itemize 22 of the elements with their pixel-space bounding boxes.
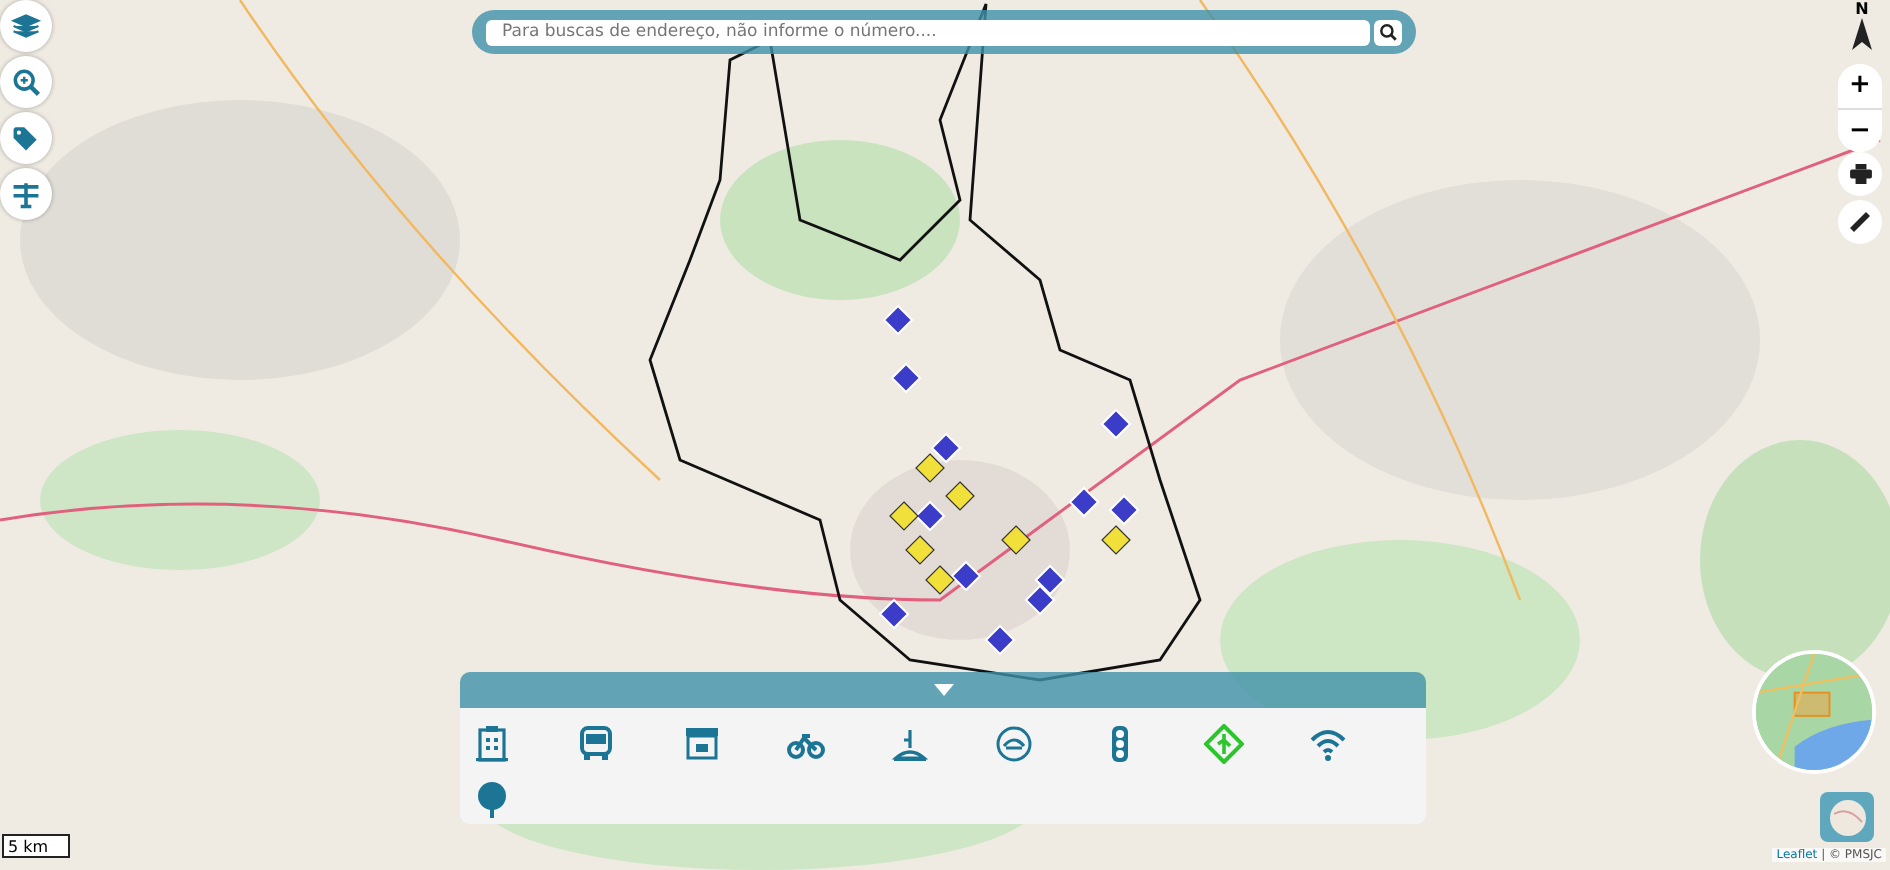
map-marker-icon[interactable] bbox=[945, 481, 975, 511]
charging-station-icon[interactable] bbox=[994, 724, 1035, 764]
map-marker-icon[interactable] bbox=[905, 535, 935, 565]
north-arrow-icon bbox=[1852, 18, 1872, 50]
ruler-icon bbox=[1848, 210, 1872, 234]
tree-icon[interactable] bbox=[472, 779, 512, 819]
panel-toggle-bar[interactable] bbox=[460, 672, 1426, 708]
building-icon[interactable] bbox=[472, 724, 512, 764]
monument-icon[interactable] bbox=[890, 724, 931, 764]
search-field[interactable]: Para buscas de endereço, não informe o número.... bbox=[486, 19, 1370, 45]
map-marker-icon[interactable] bbox=[1001, 525, 1031, 555]
search-button[interactable] bbox=[1374, 19, 1402, 45]
map-marker-icon[interactable] bbox=[1101, 525, 1131, 555]
bus-icon[interactable] bbox=[576, 724, 617, 764]
north-label: N bbox=[1855, 0, 1869, 18]
map-marker-icon[interactable] bbox=[925, 565, 955, 595]
printer-icon bbox=[1849, 164, 1871, 184]
market-stall-icon[interactable] bbox=[681, 724, 722, 764]
scale-bar: 5 km bbox=[2, 834, 70, 858]
wifi-icon[interactable] bbox=[1308, 724, 1349, 764]
map-marker-icon[interactable] bbox=[889, 501, 919, 531]
map-marker-icon[interactable] bbox=[915, 453, 945, 483]
